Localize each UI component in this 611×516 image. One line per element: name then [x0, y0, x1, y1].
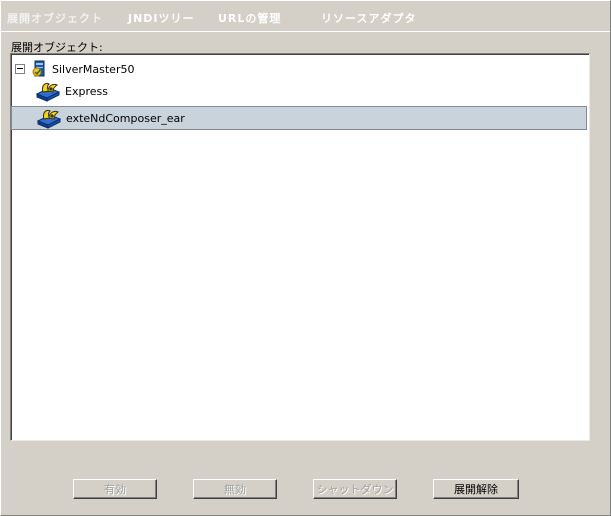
deployed-object-icon — [35, 80, 61, 102]
tree-node-root[interactable]: SilverMaster50 — [13, 58, 134, 80]
main-window: 展開オブジェクト JNDIツリー URLの管理 リソースアダプタ 展開オブジェク… — [0, 0, 611, 516]
tab-bar: 展開オブジェクト JNDIツリー URLの管理 リソースアダプタ — [1, 1, 610, 33]
disable-button[interactable]: 無効 — [193, 479, 277, 499]
tree-node-label: exteNdComposer_ear — [66, 111, 185, 125]
enable-button[interactable]: 有効 — [73, 479, 157, 499]
server-icon — [30, 60, 48, 78]
action-buttons: 有効 無効 シャットダウン 展開解除 — [1, 441, 610, 515]
collapse-icon[interactable] — [15, 64, 25, 74]
deployed-objects-tree[interactable]: SilverMaster50 Express exteNdComposer_ea… — [10, 53, 590, 441]
tab-deployed-objects[interactable]: 展開オブジェクト — [7, 10, 103, 26]
tree-node-label: Express — [65, 84, 108, 98]
tab-divider — [1, 31, 610, 32]
tab-resource-adapter[interactable]: リソースアダプタ — [321, 10, 416, 26]
tree-node-express[interactable]: Express — [35, 80, 108, 102]
tree-node-extend-composer-ear[interactable]: exteNdComposer_ear — [11, 106, 587, 130]
deployed-object-icon — [36, 107, 62, 129]
tree-node-label: SilverMaster50 — [52, 62, 135, 76]
tab-jndi-tree[interactable]: JNDIツリー — [128, 10, 195, 26]
undeploy-button[interactable]: 展開解除 — [433, 479, 519, 499]
shutdown-button[interactable]: シャットダウン — [313, 479, 397, 499]
tab-url-management[interactable]: URLの管理 — [218, 10, 281, 26]
